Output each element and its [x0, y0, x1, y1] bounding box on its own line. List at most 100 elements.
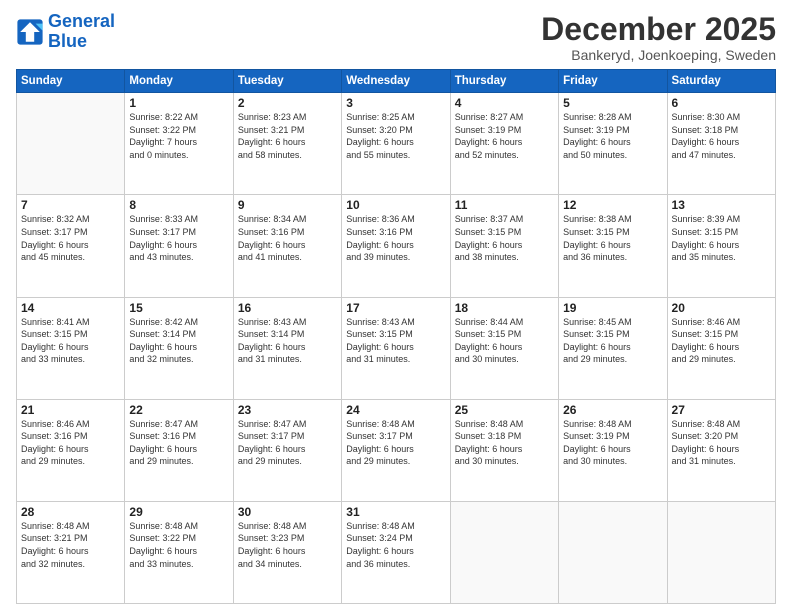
day-info: Sunrise: 8:48 AM Sunset: 3:19 PM Dayligh… — [563, 418, 662, 468]
calendar-week-row: 14Sunrise: 8:41 AM Sunset: 3:15 PM Dayli… — [17, 297, 776, 399]
day-number: 20 — [672, 301, 771, 315]
calendar-week-row: 28Sunrise: 8:48 AM Sunset: 3:21 PM Dayli… — [17, 501, 776, 603]
header: General Blue December 2025 Bankeryd, Joe… — [16, 12, 776, 63]
day-info: Sunrise: 8:32 AM Sunset: 3:17 PM Dayligh… — [21, 213, 120, 263]
day-number: 10 — [346, 198, 445, 212]
day-number: 25 — [455, 403, 554, 417]
calendar-cell: 27Sunrise: 8:48 AM Sunset: 3:20 PM Dayli… — [667, 399, 775, 501]
day-info: Sunrise: 8:44 AM Sunset: 3:15 PM Dayligh… — [455, 316, 554, 366]
calendar-cell: 20Sunrise: 8:46 AM Sunset: 3:15 PM Dayli… — [667, 297, 775, 399]
day-info: Sunrise: 8:23 AM Sunset: 3:21 PM Dayligh… — [238, 111, 337, 161]
day-number: 2 — [238, 96, 337, 110]
calendar-cell: 11Sunrise: 8:37 AM Sunset: 3:15 PM Dayli… — [450, 195, 558, 297]
calendar-cell: 21Sunrise: 8:46 AM Sunset: 3:16 PM Dayli… — [17, 399, 125, 501]
calendar-cell: 24Sunrise: 8:48 AM Sunset: 3:17 PM Dayli… — [342, 399, 450, 501]
calendar-cell: 9Sunrise: 8:34 AM Sunset: 3:16 PM Daylig… — [233, 195, 341, 297]
calendar-cell — [450, 501, 558, 603]
day-number: 24 — [346, 403, 445, 417]
day-info: Sunrise: 8:41 AM Sunset: 3:15 PM Dayligh… — [21, 316, 120, 366]
calendar-cell: 16Sunrise: 8:43 AM Sunset: 3:14 PM Dayli… — [233, 297, 341, 399]
day-info: Sunrise: 8:36 AM Sunset: 3:16 PM Dayligh… — [346, 213, 445, 263]
day-number: 13 — [672, 198, 771, 212]
calendar-cell: 18Sunrise: 8:44 AM Sunset: 3:15 PM Dayli… — [450, 297, 558, 399]
day-number: 21 — [21, 403, 120, 417]
day-number: 27 — [672, 403, 771, 417]
day-info: Sunrise: 8:28 AM Sunset: 3:19 PM Dayligh… — [563, 111, 662, 161]
calendar-cell: 12Sunrise: 8:38 AM Sunset: 3:15 PM Dayli… — [559, 195, 667, 297]
day-number: 16 — [238, 301, 337, 315]
day-info: Sunrise: 8:38 AM Sunset: 3:15 PM Dayligh… — [563, 213, 662, 263]
day-info: Sunrise: 8:47 AM Sunset: 3:17 PM Dayligh… — [238, 418, 337, 468]
calendar-cell — [559, 501, 667, 603]
day-number: 6 — [672, 96, 771, 110]
calendar-cell: 28Sunrise: 8:48 AM Sunset: 3:21 PM Dayli… — [17, 501, 125, 603]
day-number: 1 — [129, 96, 228, 110]
day-info: Sunrise: 8:30 AM Sunset: 3:18 PM Dayligh… — [672, 111, 771, 161]
day-number: 30 — [238, 505, 337, 519]
logo-icon — [16, 18, 44, 46]
day-info: Sunrise: 8:33 AM Sunset: 3:17 PM Dayligh… — [129, 213, 228, 263]
day-info: Sunrise: 8:46 AM Sunset: 3:16 PM Dayligh… — [21, 418, 120, 468]
calendar-cell: 23Sunrise: 8:47 AM Sunset: 3:17 PM Dayli… — [233, 399, 341, 501]
col-header-wednesday: Wednesday — [342, 70, 450, 93]
day-number: 26 — [563, 403, 662, 417]
calendar-cell: 31Sunrise: 8:48 AM Sunset: 3:24 PM Dayli… — [342, 501, 450, 603]
calendar-cell: 2Sunrise: 8:23 AM Sunset: 3:21 PM Daylig… — [233, 93, 341, 195]
day-info: Sunrise: 8:48 AM Sunset: 3:17 PM Dayligh… — [346, 418, 445, 468]
calendar-cell: 10Sunrise: 8:36 AM Sunset: 3:16 PM Dayli… — [342, 195, 450, 297]
day-number: 28 — [21, 505, 120, 519]
calendar-table: SundayMondayTuesdayWednesdayThursdayFrid… — [16, 69, 776, 604]
logo-line2: Blue — [48, 31, 87, 51]
day-number: 8 — [129, 198, 228, 212]
calendar-cell: 7Sunrise: 8:32 AM Sunset: 3:17 PM Daylig… — [17, 195, 125, 297]
day-number: 9 — [238, 198, 337, 212]
day-info: Sunrise: 8:48 AM Sunset: 3:23 PM Dayligh… — [238, 520, 337, 570]
day-info: Sunrise: 8:48 AM Sunset: 3:18 PM Dayligh… — [455, 418, 554, 468]
day-info: Sunrise: 8:43 AM Sunset: 3:15 PM Dayligh… — [346, 316, 445, 366]
col-header-thursday: Thursday — [450, 70, 558, 93]
day-info: Sunrise: 8:34 AM Sunset: 3:16 PM Dayligh… — [238, 213, 337, 263]
day-number: 11 — [455, 198, 554, 212]
day-info: Sunrise: 8:22 AM Sunset: 3:22 PM Dayligh… — [129, 111, 228, 161]
day-number: 12 — [563, 198, 662, 212]
day-number: 7 — [21, 198, 120, 212]
day-number: 3 — [346, 96, 445, 110]
subtitle: Bankeryd, Joenkoeping, Sweden — [541, 47, 776, 63]
day-info: Sunrise: 8:48 AM Sunset: 3:20 PM Dayligh… — [672, 418, 771, 468]
day-number: 18 — [455, 301, 554, 315]
page: General Blue December 2025 Bankeryd, Joe… — [0, 0, 792, 612]
calendar-cell: 14Sunrise: 8:41 AM Sunset: 3:15 PM Dayli… — [17, 297, 125, 399]
calendar-cell: 25Sunrise: 8:48 AM Sunset: 3:18 PM Dayli… — [450, 399, 558, 501]
day-number: 31 — [346, 505, 445, 519]
day-info: Sunrise: 8:43 AM Sunset: 3:14 PM Dayligh… — [238, 316, 337, 366]
calendar-cell: 4Sunrise: 8:27 AM Sunset: 3:19 PM Daylig… — [450, 93, 558, 195]
day-number: 22 — [129, 403, 228, 417]
logo-text: General Blue — [48, 12, 115, 52]
day-number: 29 — [129, 505, 228, 519]
calendar-cell — [17, 93, 125, 195]
logo-line1: General — [48, 11, 115, 31]
calendar-header-row: SundayMondayTuesdayWednesdayThursdayFrid… — [17, 70, 776, 93]
day-info: Sunrise: 8:25 AM Sunset: 3:20 PM Dayligh… — [346, 111, 445, 161]
calendar-cell: 26Sunrise: 8:48 AM Sunset: 3:19 PM Dayli… — [559, 399, 667, 501]
calendar-week-row: 21Sunrise: 8:46 AM Sunset: 3:16 PM Dayli… — [17, 399, 776, 501]
main-title: December 2025 — [541, 12, 776, 47]
calendar-week-row: 1Sunrise: 8:22 AM Sunset: 3:22 PM Daylig… — [17, 93, 776, 195]
calendar-cell: 8Sunrise: 8:33 AM Sunset: 3:17 PM Daylig… — [125, 195, 233, 297]
day-number: 4 — [455, 96, 554, 110]
day-number: 17 — [346, 301, 445, 315]
calendar-cell: 22Sunrise: 8:47 AM Sunset: 3:16 PM Dayli… — [125, 399, 233, 501]
calendar-cell: 17Sunrise: 8:43 AM Sunset: 3:15 PM Dayli… — [342, 297, 450, 399]
title-block: December 2025 Bankeryd, Joenkoeping, Swe… — [541, 12, 776, 63]
day-info: Sunrise: 8:48 AM Sunset: 3:24 PM Dayligh… — [346, 520, 445, 570]
day-number: 5 — [563, 96, 662, 110]
calendar-cell: 5Sunrise: 8:28 AM Sunset: 3:19 PM Daylig… — [559, 93, 667, 195]
col-header-saturday: Saturday — [667, 70, 775, 93]
calendar-cell — [667, 501, 775, 603]
day-number: 23 — [238, 403, 337, 417]
day-number: 19 — [563, 301, 662, 315]
day-info: Sunrise: 8:47 AM Sunset: 3:16 PM Dayligh… — [129, 418, 228, 468]
calendar-week-row: 7Sunrise: 8:32 AM Sunset: 3:17 PM Daylig… — [17, 195, 776, 297]
day-info: Sunrise: 8:46 AM Sunset: 3:15 PM Dayligh… — [672, 316, 771, 366]
calendar-cell: 1Sunrise: 8:22 AM Sunset: 3:22 PM Daylig… — [125, 93, 233, 195]
